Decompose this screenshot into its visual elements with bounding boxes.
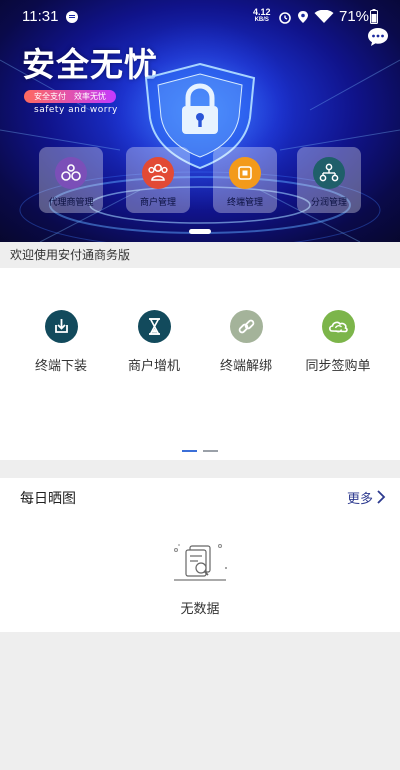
terminal-unbind-button[interactable]: 终端解绑 — [201, 310, 291, 374]
agent-management-card[interactable]: 代理商管理 — [39, 147, 103, 213]
download-box-icon — [44, 310, 78, 343]
banner-slogan-english: safety and worry — [34, 105, 118, 115]
message-notification-icon — [66, 11, 78, 23]
profit-share-label: 分润管理 — [310, 198, 347, 208]
wifi-icon — [314, 10, 334, 23]
agent-management-label: 代理商管理 — [48, 198, 94, 208]
welcome-message: 欢迎使用安付通商务版 — [0, 242, 400, 268]
banner-page-indicator — [189, 229, 211, 234]
hourglass-icon — [137, 310, 171, 343]
network-speed-value: 4.12 — [253, 7, 271, 17]
merchant-group-icon — [142, 157, 174, 189]
terminal-download-label: 终端下装 — [34, 359, 87, 374]
sync-receipt-label: 同步签购单 — [305, 359, 371, 374]
quick-actions-panel: 终端下装 商户增机 终端解绑 同步签购单 — [0, 268, 400, 460]
battery-percentage: 71% — [339, 8, 370, 25]
network-speed-unit: KB/S — [254, 17, 269, 23]
banner-slogan: 安全支付 效率无忧 — [24, 90, 116, 103]
terminal-unbind-label: 终端解绑 — [219, 359, 272, 374]
actions-page-indicator — [203, 450, 218, 452]
merchant-management-label: 商户管理 — [139, 198, 176, 208]
promo-banner[interactable]: 11:31 4.12 KB/S 71% 安全无忧 安全支付 效率无忧 safet… — [0, 0, 400, 242]
terminal-management-card[interactable]: 终端管理 — [213, 147, 277, 213]
merchant-add-device-label: 商户增机 — [127, 359, 180, 374]
chevron-right-icon[interactable] — [376, 489, 386, 505]
profit-share-card[interactable]: 分润管理 — [297, 147, 361, 213]
actions-page-indicator-active — [182, 450, 197, 452]
merchant-add-device-button[interactable]: 商户增机 — [109, 310, 199, 374]
terminal-chip-icon — [229, 157, 261, 189]
merchant-management-card[interactable]: 商户管理 — [126, 147, 190, 213]
empty-document-icon — [174, 544, 227, 581]
daily-photos-title: 每日晒图 — [20, 491, 76, 507]
terminal-download-button[interactable]: 终端下装 — [16, 310, 106, 374]
empty-state-text: 无数据 — [180, 602, 220, 617]
chat-bubble-icon[interactable] — [367, 27, 389, 47]
sync-cloud-icon — [321, 310, 355, 343]
unlink-chain-icon — [229, 310, 263, 343]
network-speed: 4.12 KB/S — [253, 8, 271, 24]
battery-icon — [370, 9, 378, 24]
status-time: 11:31 — [22, 8, 59, 25]
alarm-icon — [279, 12, 291, 24]
sync-receipt-button[interactable]: 同步签购单 — [293, 310, 383, 374]
terminal-management-label: 终端管理 — [226, 198, 263, 208]
agent-network-icon — [55, 157, 87, 189]
daily-photos-section: 每日晒图 更多 无数据 — [0, 478, 400, 632]
location-icon — [298, 11, 308, 23]
status-bar: 11:31 4.12 KB/S 71% — [0, 0, 400, 34]
more-link[interactable]: 更多 — [347, 488, 373, 507]
profit-share-icon — [313, 157, 345, 189]
